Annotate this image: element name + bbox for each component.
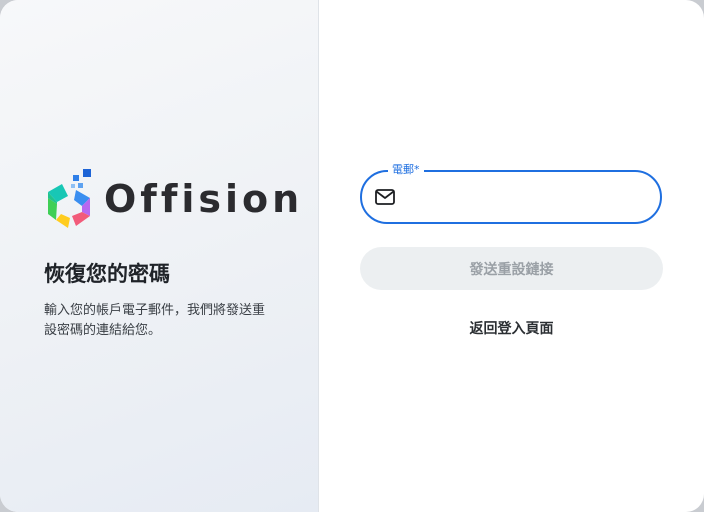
page-title: 恢復您的密碼 (44, 262, 170, 286)
form-panel: 電郵* 發送重設鏈接 返回登入頁面 (319, 0, 704, 512)
email-label-text: 電郵 (392, 163, 414, 176)
email-field[interactable]: 電郵* (360, 162, 662, 224)
email-field-label: 電郵* (388, 162, 424, 178)
mail-icon (375, 189, 395, 205)
email-input[interactable] (408, 180, 652, 216)
recover-password-card: Offision 恢復您的密碼 輸入您的帳戶電子郵件，我們將發送重設密碼的連結給… (0, 0, 704, 512)
brand-name: Offision (104, 177, 304, 221)
send-reset-link-button[interactable]: 發送重設鏈接 (360, 247, 663, 290)
back-to-login-link[interactable]: 返回登入頁面 (360, 318, 663, 338)
brand: Offision (44, 168, 303, 230)
required-mark: * (414, 163, 420, 176)
page-description: 輸入您的帳戶電子郵件，我們將發送重設密碼的連結給您。 (44, 303, 266, 338)
intro-panel: Offision 恢復您的密碼 輸入您的帳戶電子郵件，我們將發送重設密碼的連結給… (0, 0, 319, 512)
offision-hexagon-logo-icon (48, 169, 91, 228)
